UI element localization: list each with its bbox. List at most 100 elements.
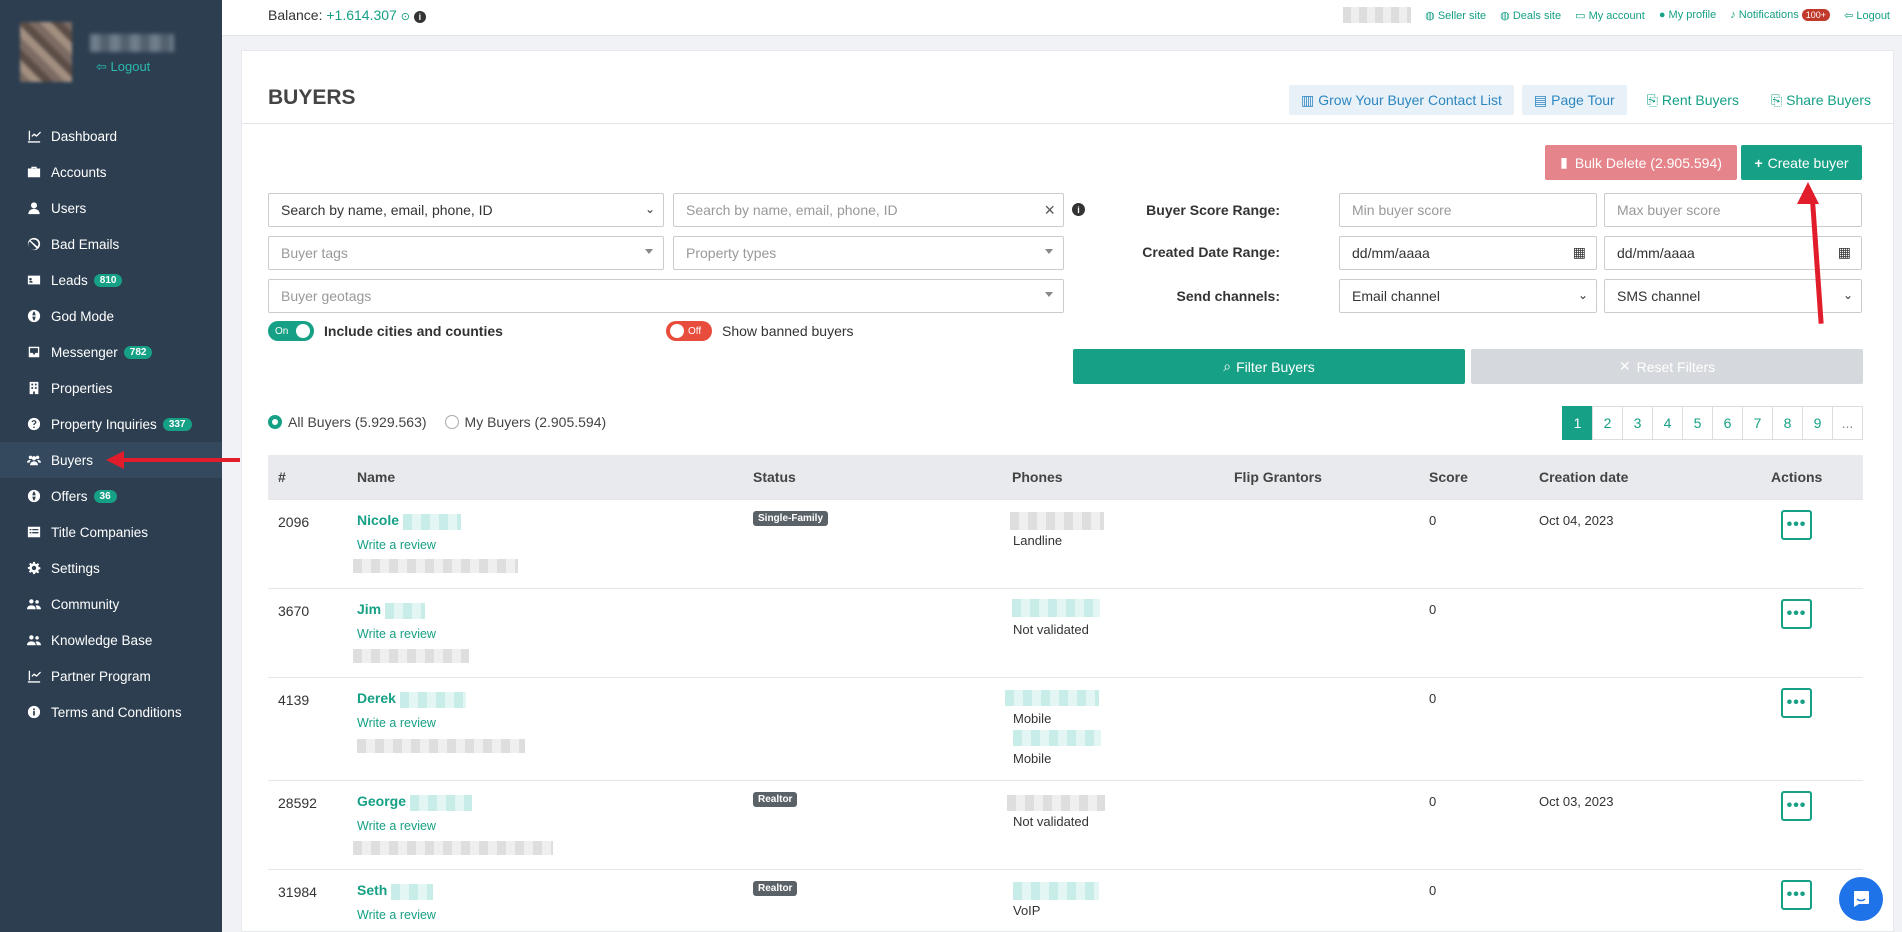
buyer-geotags-select[interactable]: Buyer geotags <box>268 279 1064 313</box>
search-type-select[interactable]: Search by name, email, phone, ID ⌄ <box>268 193 664 227</box>
write-review-link[interactable]: Write a review <box>357 819 436 833</box>
col-flip-grantors[interactable]: Flip Grantors <box>1234 469 1322 485</box>
row-actions-button[interactable]: ••• <box>1781 688 1812 718</box>
page-link[interactable]: 7 <box>1742 406 1773 440</box>
sidebar-item-leads[interactable]: Leads 810 <box>0 262 222 298</box>
row-actions-button[interactable]: ••• <box>1781 791 1812 821</box>
page-link[interactable]: 3 <box>1622 406 1653 440</box>
sidebar-item-property-inquiries[interactable]: Property Inquiries 337 <box>0 406 222 442</box>
sidebar-item-title-companies[interactable]: Title Companies <box>0 514 222 550</box>
write-review-link[interactable]: Write a review <box>357 908 436 922</box>
row-created: Oct 04, 2023 <box>1539 513 1614 528</box>
sidebar-item-messenger[interactable]: Messenger 782 <box>0 334 222 370</box>
sidebar-item-knowledge-base[interactable]: Knowledge Base <box>0 622 222 658</box>
create-buyer-button[interactable]: + Create buyer <box>1741 145 1862 180</box>
info-icon[interactable]: i <box>413 11 426 23</box>
sidebar-item-users[interactable]: Users <box>0 190 222 226</box>
row-name[interactable]: George <box>357 793 472 811</box>
page-link[interactable]: 9 <box>1802 406 1833 440</box>
page-link[interactable]: 5 <box>1682 406 1713 440</box>
row-actions-button[interactable]: ••• <box>1781 599 1812 629</box>
buyer-first-name[interactable]: Nicole <box>357 512 399 528</box>
rent-label: Rent Buyers <box>1661 92 1739 108</box>
include-cities-toggle[interactable]: On <box>268 321 314 341</box>
write-review-link[interactable]: Write a review <box>357 627 436 641</box>
col-status[interactable]: Status <box>753 469 796 485</box>
search-input[interactable]: Search by name, email, phone, ID × <box>673 193 1064 227</box>
email-channel-select[interactable]: Email channel ⌄ <box>1339 279 1597 313</box>
page-link[interactable]: 4 <box>1652 406 1683 440</box>
buyer-tags-select[interactable]: Buyer tags <box>268 236 664 270</box>
page-tour-button[interactable]: ▤ Page Tour <box>1521 85 1627 115</box>
buyer-first-name[interactable]: Seth <box>357 882 387 898</box>
col-phones[interactable]: Phones <box>1012 469 1063 485</box>
sidebar-logout-link[interactable]: ⇦ Logout <box>96 59 150 75</box>
sidebar-item-community[interactable]: Community <box>0 586 222 622</box>
my-account-link[interactable]: ▭ My account <box>1575 9 1645 22</box>
page-title: BUYERS <box>268 86 356 109</box>
show-banned-label: Show banned buyers <box>722 323 854 339</box>
row-name[interactable]: Derek <box>357 690 466 708</box>
all-buyers-radio[interactable]: All Buyers (5.929.563) <box>268 414 427 430</box>
max-score-input[interactable]: Max buyer score <box>1604 193 1862 227</box>
write-review-link[interactable]: Write a review <box>357 716 436 730</box>
min-score-input[interactable]: Min buyer score <box>1339 193 1597 227</box>
grow-contact-list-button[interactable]: ▥ Grow Your Buyer Contact List <box>1289 85 1514 115</box>
page-ellipsis[interactable]: ... <box>1832 406 1863 440</box>
buyer-first-name[interactable]: George <box>357 793 406 809</box>
row-name[interactable]: Seth <box>357 882 433 900</box>
col-name[interactable]: Name <box>357 469 395 485</box>
bulk-delete-button[interactable]: ▮ Bulk Delete (2.905.594) <box>1545 145 1737 180</box>
logout-link[interactable]: ⇦ Logout <box>1844 9 1890 22</box>
page-link[interactable]: 2 <box>1592 406 1623 440</box>
sidebar-item-dashboard[interactable]: Dashboard <box>0 118 222 154</box>
my-buyers-radio[interactable]: My Buyers (2.905.594) <box>444 414 606 430</box>
buyer-first-name[interactable]: Jim <box>357 601 381 617</box>
balance-label: Balance: <box>268 7 323 23</box>
chart-icon <box>26 668 42 684</box>
clear-search-icon[interactable]: × <box>1044 200 1055 221</box>
filter-buyers-button[interactable]: ⌕ Filter Buyers <box>1073 349 1465 384</box>
row-name[interactable]: Nicole <box>357 512 461 530</box>
sidebar-item-accounts[interactable]: Accounts <box>0 154 222 190</box>
col-score[interactable]: Score <box>1429 469 1468 485</box>
row-actions-button[interactable]: ••• <box>1781 510 1812 540</box>
sidebar-item-partner-program[interactable]: Partner Program <box>0 658 222 694</box>
info-icon[interactable]: i <box>1072 203 1085 216</box>
property-types-select[interactable]: Property types <box>673 236 1064 270</box>
write-review-link[interactable]: Write a review <box>357 538 436 552</box>
row-actions-button[interactable]: ••• <box>1781 880 1812 910</box>
col-id[interactable]: # <box>278 469 286 485</box>
page-link[interactable]: 6 <box>1712 406 1743 440</box>
buyer-first-name[interactable]: Derek <box>357 690 396 706</box>
status-badge: Realtor <box>753 792 798 807</box>
chat-launcher-button[interactable] <box>1839 877 1883 921</box>
sms-channel-select[interactable]: SMS channel ⌄ <box>1604 279 1862 313</box>
blurred-phone <box>1012 599 1100 617</box>
calendar-icon[interactable]: ▦ <box>1573 244 1586 261</box>
page-link[interactable]: 8 <box>1772 406 1803 440</box>
avatar[interactable] <box>20 22 72 82</box>
show-banned-toggle[interactable]: Off <box>666 321 712 341</box>
date-from-input[interactable]: dd/mm/aaaa ▦ <box>1339 236 1597 270</box>
sidebar-item-properties[interactable]: Properties <box>0 370 222 406</box>
calendar-icon[interactable]: ▦ <box>1838 244 1851 261</box>
notifications-link[interactable]: ♪ Notifications 100+ <box>1730 9 1831 21</box>
col-creation-date[interactable]: Creation date <box>1539 469 1628 485</box>
sidebar-item-offers[interactable]: Offers 36 <box>0 478 222 514</box>
reset-filters-button[interactable]: ✕ Reset Filters <box>1471 349 1863 384</box>
sidebar-item-terms[interactable]: Terms and Conditions <box>0 694 222 730</box>
seller-site-link[interactable]: ◍ Seller site <box>1425 9 1486 22</box>
rent-buyers-button[interactable]: ⎘ Rent Buyers <box>1635 85 1751 115</box>
row-name[interactable]: Jim <box>357 601 425 619</box>
sidebar-item-god-mode[interactable]: God Mode <box>0 298 222 334</box>
sidebar-item-settings[interactable]: Settings <box>0 550 222 586</box>
share-buyers-button[interactable]: ⎘ Share Buyers <box>1759 85 1883 115</box>
radio-dot <box>268 415 282 429</box>
page-link[interactable]: 1 <box>1562 406 1593 440</box>
my-profile-link[interactable]: ● My profile <box>1659 9 1716 21</box>
inquiries-count-badge: 337 <box>162 417 192 431</box>
deals-site-link[interactable]: ◍ Deals site <box>1500 9 1561 22</box>
date-to-input[interactable]: dd/mm/aaaa ▦ <box>1604 236 1862 270</box>
sidebar-item-bad-emails[interactable]: Bad Emails <box>0 226 222 262</box>
